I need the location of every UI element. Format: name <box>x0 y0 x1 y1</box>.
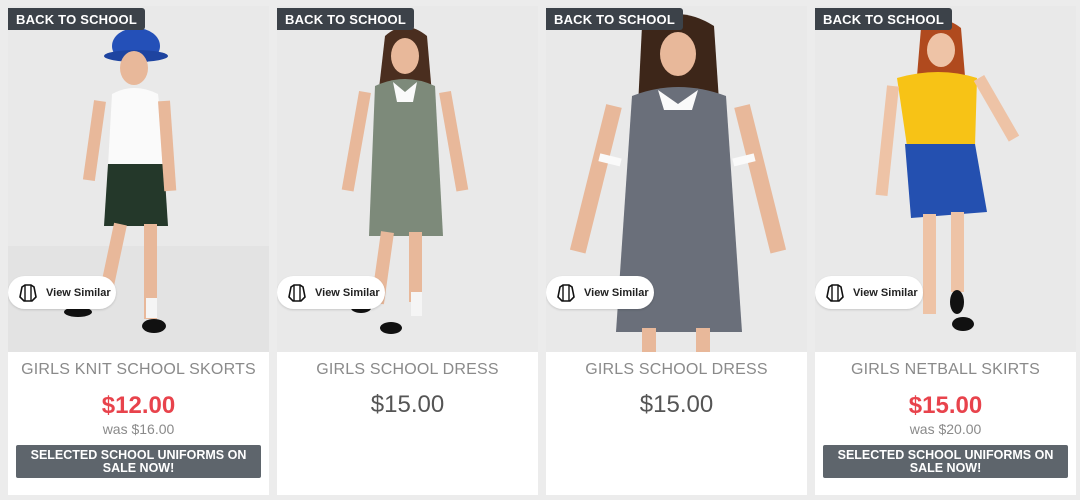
product-card[interactable]: BACK TO SCHOOL View Similar GIRLS SCHOOL… <box>546 6 807 495</box>
promo-button[interactable]: SELECTED SCHOOL UNIFORMS ON SALE NOW! <box>823 445 1068 478</box>
view-similar-label: View Similar <box>584 286 649 299</box>
back-to-school-badge: BACK TO SCHOOL <box>546 8 684 30</box>
view-similar-label: View Similar <box>46 286 111 299</box>
view-similar-button[interactable]: View Similar <box>546 276 654 309</box>
product-title[interactable]: GIRLS KNIT SCHOOL SKORTS <box>8 361 269 379</box>
back-to-school-badge: BACK TO SCHOOL <box>8 8 146 30</box>
product-card[interactable]: BACK TO SCHOOL View Similar GIRLS SCHOOL… <box>277 6 538 495</box>
product-title[interactable]: GIRLS SCHOOL DRESS <box>277 361 538 379</box>
view-similar-button[interactable]: View Similar <box>815 276 923 309</box>
sale-price: $15.00 <box>908 392 983 419</box>
product-card[interactable]: BACK TO SCHOOL View Similar GIRLS NETBAL… <box>815 6 1076 495</box>
was-price: was $16.00 <box>102 421 175 437</box>
view-similar-icon <box>826 283 844 302</box>
was-price: was $20.00 <box>909 421 982 437</box>
product-image[interactable]: BACK TO SCHOOL View Similar <box>8 6 269 352</box>
view-similar-icon <box>557 283 575 302</box>
view-similar-label: View Similar <box>853 286 918 299</box>
view-similar-label: View Similar <box>315 286 380 299</box>
back-to-school-badge: BACK TO SCHOOL <box>815 8 953 30</box>
product-title[interactable]: GIRLS SCHOOL DRESS <box>546 361 807 379</box>
sale-price: $12.00 <box>101 392 176 419</box>
promo-button[interactable]: SELECTED SCHOOL UNIFORMS ON SALE NOW! <box>16 445 261 478</box>
view-similar-button[interactable]: View Similar <box>277 276 385 309</box>
view-similar-icon <box>19 283 37 302</box>
product-image[interactable]: BACK TO SCHOOL View Similar <box>546 6 807 352</box>
back-to-school-badge: BACK TO SCHOOL <box>277 8 415 30</box>
view-similar-icon <box>288 283 306 302</box>
product-title[interactable]: GIRLS NETBALL SKIRTS <box>815 361 1076 379</box>
price: $15.00 <box>639 391 714 418</box>
product-image[interactable]: BACK TO SCHOOL View Similar <box>277 6 538 352</box>
product-card[interactable]: BACK TO SCHOOL View Similar GIRLS KNIT S… <box>8 6 269 495</box>
product-image[interactable]: BACK TO SCHOOL View Similar <box>815 6 1076 352</box>
price: $15.00 <box>370 391 445 418</box>
product-grid: BACK TO SCHOOL View Similar GIRLS KNIT S… <box>0 0 1080 500</box>
view-similar-button[interactable]: View Similar <box>8 276 116 309</box>
